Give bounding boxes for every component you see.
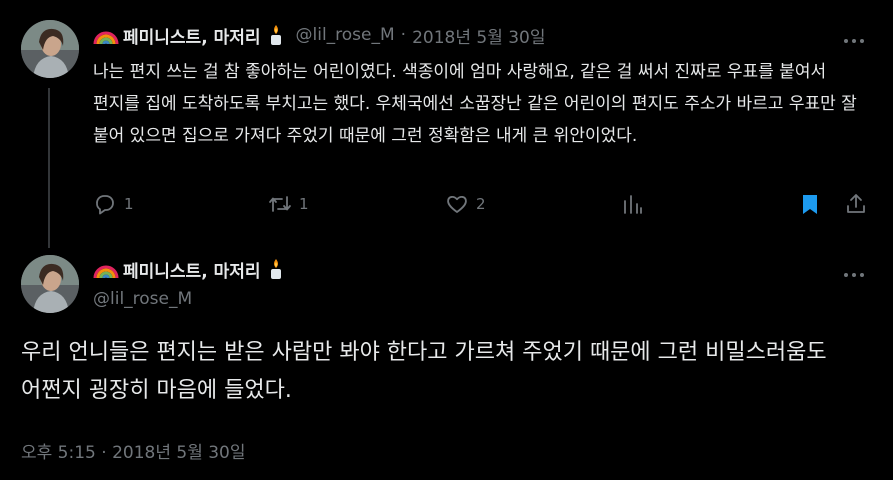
- avatar[interactable]: [21, 255, 79, 313]
- more-button[interactable]: [843, 264, 865, 283]
- views-button[interactable]: [621, 192, 645, 216]
- bookmark-button[interactable]: [798, 192, 822, 216]
- like-count: 2: [476, 195, 486, 213]
- display-name[interactable]: 페미니스트, 마저리: [123, 23, 261, 48]
- more-button[interactable]: [843, 30, 865, 49]
- tweet-text: 나는 편지 쓰는 걸 참 좋아하는 어린이였다. 색종이에 엄마 사랑해요, 같…: [93, 62, 857, 146]
- avatar[interactable]: [21, 20, 79, 78]
- tweet-date[interactable]: 2018년 5월 30일: [412, 23, 545, 48]
- retweet-count: 1: [299, 195, 309, 213]
- like-button[interactable]: 2: [445, 192, 486, 216]
- tweet-timestamp[interactable]: 오후 5:15 · 2018년 5월 30일: [21, 438, 246, 463]
- tweet-text: 우리 언니들은 편지는 받은 사람만 봐야 한다고 가르쳐 주었기 때문에 그런…: [21, 340, 827, 403]
- display-name[interactable]: 페미니스트, 마저리: [123, 257, 261, 282]
- tweet-time: 오후 5:15: [21, 443, 96, 463]
- thread-connector: [48, 88, 50, 248]
- tweet-actions: 1 1 2: [0, 192, 893, 222]
- reply-button[interactable]: 1: [93, 192, 134, 216]
- candle-icon: [270, 259, 281, 279]
- reply-icon: [96, 195, 114, 215]
- more-icon: [844, 273, 864, 277]
- share-icon: [847, 194, 865, 213]
- separator: ·: [400, 25, 407, 45]
- retweet-icon: [269, 196, 291, 212]
- tweet-thread: 페미니스트, 마저리 @lil_rose_M · 2018년 5월 30일 나는…: [0, 0, 893, 480]
- separator: ·: [101, 443, 107, 463]
- views-icon: [624, 195, 642, 214]
- user-handle[interactable]: @lil_rose_M: [93, 289, 192, 309]
- more-icon: [844, 39, 864, 43]
- heart-icon: [447, 196, 467, 213]
- tweet-header: 페미니스트, 마저리: [93, 256, 296, 282]
- rainbow-icon: [93, 31, 119, 45]
- user-handle[interactable]: @lil_rose_M: [296, 25, 395, 45]
- bookmark-icon: [803, 195, 817, 214]
- rainbow-icon: [93, 265, 119, 279]
- tweet-date: 2018년 5월 30일: [112, 443, 246, 463]
- reply-count: 1: [124, 195, 134, 213]
- tweet-header: 페미니스트, 마저리 @lil_rose_M · 2018년 5월 30일: [93, 22, 546, 48]
- share-button[interactable]: [844, 192, 868, 216]
- candle-icon: [270, 25, 281, 45]
- retweet-button[interactable]: 1: [268, 192, 309, 216]
